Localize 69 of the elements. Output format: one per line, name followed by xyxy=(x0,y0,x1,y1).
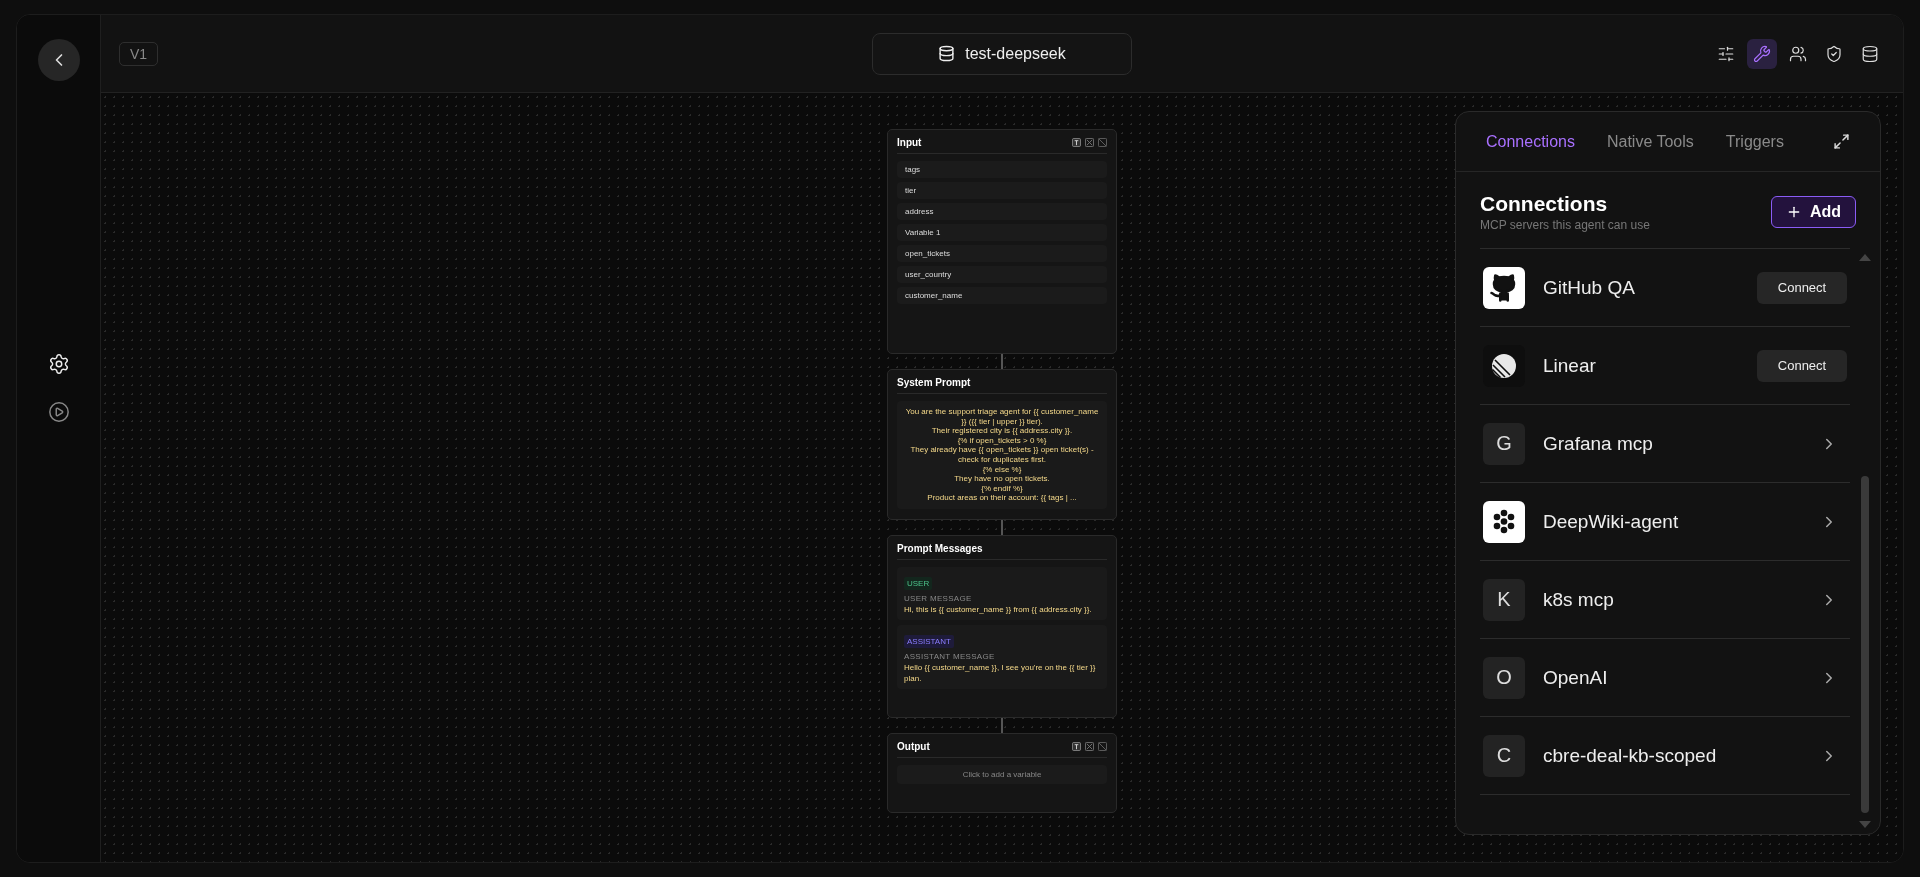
panel-tab[interactable]: Connections xyxy=(1486,132,1575,151)
output-node[interactable]: Output Click to add a variable xyxy=(887,732,1117,813)
wrench-button[interactable] xyxy=(1747,38,1777,69)
connection-row[interactable]: Linear Connect xyxy=(1480,327,1850,405)
connection-name: OpenAI xyxy=(1543,666,1608,689)
expand-button[interactable] xyxy=(1833,133,1850,150)
message-text: Hello {{ customer_name }}, I see you're on the {{ tier }} plan. xyxy=(904,663,1097,685)
letter-avatar: C xyxy=(1483,734,1525,777)
connection-name: cbre-deal-kb-scoped xyxy=(1543,744,1717,767)
scrollbar-thumb[interactable] xyxy=(1861,475,1869,813)
version-badge: V1 xyxy=(119,41,159,66)
striped-circle-icon xyxy=(1491,352,1517,379)
connection-name: Linear xyxy=(1543,354,1596,377)
expand-icon xyxy=(1833,133,1850,150)
panel-subtitle: MCP servers this agent can use xyxy=(1480,218,1650,232)
message-text: Hi, this is {{ customer_name }} from {{ address.city }}. xyxy=(904,604,1093,616)
panel-tab[interactable]: Triggers xyxy=(1725,132,1784,151)
connection-name: GitHub QA xyxy=(1543,276,1635,299)
connect-button[interactable]: Connect xyxy=(1757,349,1847,382)
connection-row[interactable]: GitHub QA Connect xyxy=(1480,249,1850,327)
input-node[interactable]: Input tags tier address Variable 1 open_tickets user_country customer_name xyxy=(887,129,1117,354)
connect-button[interactable]: Connect xyxy=(1757,271,1847,304)
connection-name: DeepWiki-agent xyxy=(1543,510,1679,533)
node-title: Prompt Messages xyxy=(897,542,983,554)
system-prompt-node[interactable] xyxy=(887,369,1117,520)
crossed-box-icon[interactable] xyxy=(1085,741,1094,751)
panel-title: Connections xyxy=(1480,192,1609,216)
connection-row[interactable]: G Grafana mcp xyxy=(1480,405,1850,483)
node-title: System Prompt xyxy=(897,377,971,388)
text-icon[interactable] xyxy=(1072,741,1081,751)
shield-icon xyxy=(1825,43,1843,64)
variable-item[interactable]: customer_name xyxy=(897,287,1107,304)
variable-item[interactable]: user_country xyxy=(897,266,1107,283)
variable-item[interactable]: open_tickets xyxy=(897,245,1107,262)
letter-avatar: O xyxy=(1483,656,1525,699)
connection-name: k8s mcp xyxy=(1543,588,1614,611)
node-title: Input xyxy=(897,137,922,148)
text-icon[interactable] xyxy=(1072,138,1081,147)
role-badge: ASSISTANT xyxy=(904,635,954,649)
connection-row[interactable]: C cbre-deal-kb-scoped xyxy=(1480,717,1850,795)
connection-row[interactable]: K k8s mcp xyxy=(1480,561,1850,639)
database-icon xyxy=(1861,43,1879,64)
prompt-messages-node[interactable]: Prompt Messages USER USER MESSAGE Hi, this is {{ customer_name }} from {{ address.city }}. ASSISTANT ASSISTANT MESSAGE Hello {{ customer_name }}, I see you're on the {{ tier }} plan. xyxy=(887,534,1117,718)
prompt-text: You are the support triage agent for {{ customer_name }} ({{ tier | upper }} tier). Their registered city is {{ address.city }}. {% if open_tickets > 0 %} They already have {{ open_tickets }} open ticket(s) - check for duplicates first. {% else %} They have no open tickets. {% endif %} Product areas on their account: {{ tags | ... xyxy=(897,401,1107,509)
crossed-box-icon[interactable] xyxy=(1085,138,1094,147)
role-badge: USER xyxy=(904,576,933,590)
message-label: USER MESSAGE xyxy=(904,593,973,603)
variable-item[interactable]: tier xyxy=(897,182,1107,199)
dot-cluster-icon xyxy=(1491,508,1517,535)
node-title: Output xyxy=(897,740,930,752)
message-label: ASSISTANT MESSAGE xyxy=(904,652,996,662)
settings-icon xyxy=(47,353,70,375)
add-variable-placeholder[interactable]: Click to add a variable xyxy=(897,764,1107,784)
project-selector[interactable]: test-deepseek xyxy=(872,32,1132,75)
slashed-box-icon[interactable] xyxy=(1098,741,1107,751)
letter-avatar: G xyxy=(1483,422,1525,465)
wrench-icon xyxy=(1753,43,1771,64)
variable-item[interactable]: tags xyxy=(897,161,1107,178)
panel-tab[interactable]: Native Tools xyxy=(1606,132,1694,151)
add-button[interactable]: Add xyxy=(1770,196,1856,228)
letter-avatar: K xyxy=(1483,578,1525,621)
variable-item[interactable]: Variable 1 xyxy=(897,224,1107,241)
connection-row[interactable]: DeepWiki-agent xyxy=(1480,483,1850,561)
variable-item[interactable]: address xyxy=(897,203,1107,220)
slashed-box-icon[interactable] xyxy=(1098,138,1107,147)
play-icon xyxy=(47,401,70,423)
database-icon xyxy=(938,45,956,62)
connection-name: Grafana mcp xyxy=(1543,432,1653,455)
connection-row[interactable]: O OpenAI xyxy=(1480,639,1850,717)
